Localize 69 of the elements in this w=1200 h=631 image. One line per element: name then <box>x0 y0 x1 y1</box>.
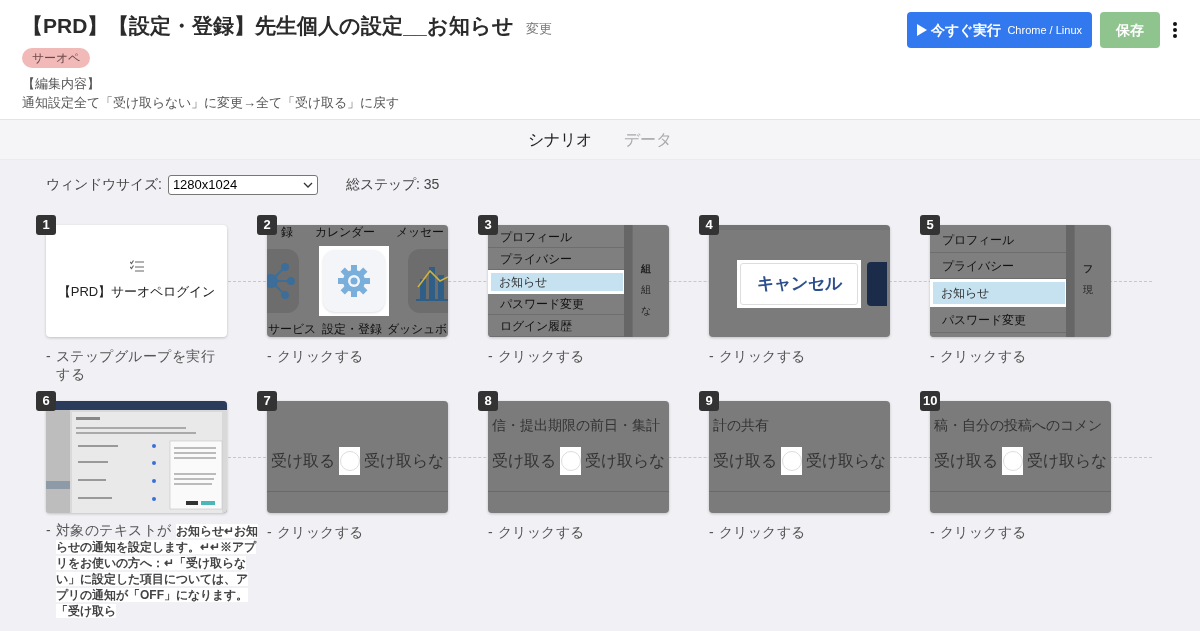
step-description: - クリックする <box>709 523 807 541</box>
step-number: 3 <box>478 215 498 235</box>
step-description: - クリックする <box>930 347 1028 365</box>
tag: サーオペ <box>22 47 90 68</box>
cancel-button[interactable]: キャンセル <box>740 262 858 305</box>
radio-button[interactable] <box>560 447 581 475</box>
icon-label: ダッシュボ <box>387 322 447 336</box>
total-steps: 総ステップ: 35 <box>345 174 440 195</box>
panel-text: な <box>641 304 652 318</box>
option-label: 受け取らな <box>585 451 665 471</box>
step-description: - クリックする <box>488 523 586 541</box>
step-number: 5 <box>920 215 940 235</box>
option-label: 受け取る <box>713 451 777 471</box>
option-label: 受け取る <box>934 451 998 471</box>
option-label: 受け取らな <box>364 451 444 471</box>
option-label: 受け取らな <box>1027 451 1107 471</box>
step-group-title: 【PRD】サーオペログイン <box>57 283 216 302</box>
option-label: 受け取る <box>492 451 556 471</box>
step-number: 1 <box>36 215 56 235</box>
step-number: 2 <box>257 215 277 235</box>
heading-text: 計の共有 <box>713 417 769 433</box>
icon-label: 録 <box>281 225 293 239</box>
radio-button[interactable] <box>339 447 360 475</box>
tab[interactable]: シナリオ <box>528 127 592 152</box>
step-screenshot[interactable]: 受け取る 受け取らな <box>267 401 448 513</box>
step-description: - クリックする <box>267 347 365 365</box>
window-size-select[interactable]: 1280x1024 <box>167 174 318 195</box>
option-label: 受け取る <box>271 451 335 471</box>
menu-item[interactable]: お知らせ <box>488 269 626 294</box>
heading-text: 信・提出期限の前日・集計 <box>492 417 660 433</box>
icon-label: メッセー <box>396 225 444 239</box>
step-description: - クリックする <box>488 347 586 365</box>
page-title: 【PRD】【設定・登録】先生個人の設定__お知らせ <box>22 13 514 39</box>
rename-link[interactable]: 変更 <box>525 19 552 39</box>
radio-button[interactable] <box>1002 447 1023 475</box>
step-description: - ステップグループを実行する <box>46 347 217 383</box>
step-number: 10 <box>920 391 941 411</box>
panel-text: 組 <box>641 262 652 276</box>
step-description: - クリックする <box>709 347 807 365</box>
panel-text: 現 <box>1083 283 1094 297</box>
network-icon <box>267 260 295 301</box>
step-number: 4 <box>699 215 719 235</box>
radio-button[interactable] <box>781 447 802 475</box>
chevron-down-icon <box>302 181 313 188</box>
step-number: 8 <box>478 391 498 411</box>
option-label: 受け取らな <box>806 451 886 471</box>
icon-label: カレンダー <box>314 225 375 239</box>
notes-heading: 【編集内容】 <box>22 74 100 93</box>
heading-text: 稿・自分の投稿へのコメン <box>934 417 1102 433</box>
panel-text: 組 <box>641 283 652 297</box>
checklist-icon <box>129 260 144 273</box>
gear-icon <box>336 263 371 298</box>
step-number: 9 <box>699 391 719 411</box>
more-icon[interactable] <box>1172 21 1178 39</box>
panel-text: フ <box>1083 262 1094 276</box>
menu-item[interactable]: お知らせ <box>930 279 1068 307</box>
step-number: 7 <box>257 391 277 411</box>
notes-text: 通知設定全て「受け取らない」に変更→全て「受け取る」に戻す <box>22 94 399 112</box>
step-number: 6 <box>36 391 56 411</box>
step-description: - 対象のテキストが お知らせ↵お知らせの通知を設定します。↵↵※アプリをお使いの方へ：↵「受け取らない」に設定した項目については、アプリの通知が「OFF」になります。「受け取ら <box>46 523 258 619</box>
step-description: - クリックする <box>267 523 365 541</box>
icon-label: サービス <box>268 322 316 336</box>
icon-label: 設定・登録 <box>321 322 382 336</box>
step-description: - クリックする <box>930 523 1028 541</box>
app-tile[interactable] <box>322 249 385 312</box>
dialog-button <box>867 261 887 306</box>
run-button[interactable]: 今すぐ実行 Chrome / Linux <box>907 12 1092 48</box>
window-size-label: ウィンドウサイズ: <box>46 175 162 194</box>
play-icon <box>917 24 928 36</box>
